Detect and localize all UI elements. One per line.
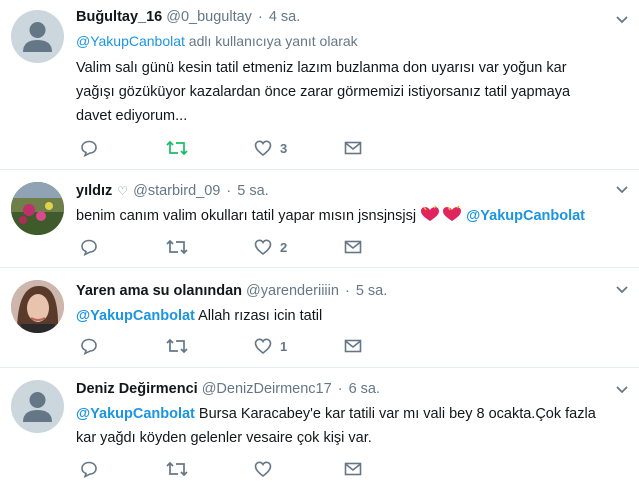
retweet-button[interactable]: [166, 139, 188, 157]
heart-glyph: ♡: [117, 184, 129, 198]
reply-button[interactable]: [80, 460, 98, 478]
timestamp[interactable]: 4 sa.: [269, 9, 300, 25]
display-name[interactable]: Deniz Değirmenci: [76, 381, 198, 397]
tweet[interactable]: Yaren ama su olanından @yarenderiiiin · …: [0, 268, 639, 368]
retweet-icon: [166, 140, 188, 156]
tweet-actions: [76, 460, 376, 482]
timestamp[interactable]: 5 sa.: [237, 183, 268, 199]
direct-message-button[interactable]: [344, 238, 362, 256]
message-icon: [344, 339, 362, 353]
tweet[interactable]: Buğultay_16 @0_bugultay · 4 sa. @YakupCa…: [0, 0, 639, 170]
mention-link[interactable]: @YakupCanbolat: [76, 308, 195, 324]
retweet-button[interactable]: [166, 337, 188, 355]
caret-down-icon[interactable]: [615, 182, 629, 196]
caret-down-icon[interactable]: [615, 382, 629, 396]
retweet-icon: [166, 461, 188, 477]
reply-context-text: adlı kullanıcıya yanıt olarak: [184, 33, 358, 49]
tweet-header: Deniz Değirmenci @DenizDeirmenc17 · 6 sa…: [76, 379, 609, 399]
handle[interactable]: @yarenderiiiin: [246, 283, 339, 299]
reply-button[interactable]: [80, 238, 98, 256]
mention-link[interactable]: @YakupCanbolat: [76, 406, 195, 422]
tweet-header: Yaren ama su olanından @yarenderiiiin · …: [76, 281, 609, 301]
like-button[interactable]: 3: [254, 139, 287, 157]
separator-dot: ·: [257, 9, 263, 25]
default-avatar-icon: [23, 392, 52, 422]
like-button[interactable]: 1: [254, 337, 287, 355]
retweet-button[interactable]: [166, 238, 188, 256]
handle[interactable]: @0_bugultay: [166, 9, 252, 25]
avatar[interactable]: [11, 182, 64, 235]
message-icon: [344, 240, 362, 254]
timestamp[interactable]: 6 sa.: [349, 381, 380, 397]
like-button[interactable]: 2: [254, 238, 287, 256]
tweet-text: benim canım valim okulları tatil yapar m…: [76, 208, 417, 224]
default-avatar-icon: [23, 22, 52, 52]
tweet-actions: 1: [76, 337, 376, 359]
like-count: 1: [280, 338, 288, 354]
avatar[interactable]: [11, 280, 64, 333]
like-icon: [254, 140, 272, 157]
reply-button[interactable]: [80, 139, 98, 157]
caret-down-icon[interactable]: [615, 282, 629, 296]
tweet-text-container: @YakupCanbolat Bursa Karacabey'e kar tat…: [76, 402, 609, 450]
separator-dot: ·: [337, 381, 343, 397]
display-name[interactable]: yıldız: [76, 183, 112, 199]
tweet[interactable]: Deniz Değirmenci @DenizDeirmenc17 · 6 sa…: [0, 368, 639, 493]
tweet-header: yıldız ♡ @starbird_09 · 5 sa.: [76, 181, 609, 201]
reply-context: @YakupCanbolat adlı kullanıcıya yanıt ol…: [76, 31, 609, 51]
tweet-text-container: benim canım valim okulları tatil yapar m…: [76, 204, 609, 228]
display-name[interactable]: Yaren ama su olanından: [76, 283, 242, 299]
avatar[interactable]: [11, 380, 64, 433]
handle[interactable]: @DenizDeirmenc17: [202, 381, 332, 397]
tweet-text: Allah rızası icin tatil: [194, 308, 323, 324]
like-icon: [254, 461, 272, 478]
avatar-image: [11, 280, 64, 333]
like-button[interactable]: [254, 460, 272, 478]
tweet-actions: 2: [76, 238, 376, 260]
handle[interactable]: @starbird_09: [133, 183, 220, 199]
reply-icon: [81, 239, 97, 256]
caret-down-icon[interactable]: [615, 12, 629, 26]
like-icon: [254, 338, 272, 355]
tweet-text-container: @YakupCanbolat Allah rızası icin tatil: [76, 304, 609, 328]
retweet-icon: [166, 239, 188, 255]
tweet-header: Buğultay_16 @0_bugultay · 4 sa.: [76, 7, 609, 27]
direct-message-button[interactable]: [344, 460, 362, 478]
timestamp[interactable]: 5 sa.: [356, 283, 387, 299]
tweet[interactable]: yıldız ♡ @starbird_09 · 5 sa. benim canı…: [0, 170, 639, 268]
separator-dot: ·: [344, 283, 350, 299]
mention-link[interactable]: @YakupCanbolat: [466, 208, 585, 224]
reply-icon: [81, 338, 97, 355]
retweet-button[interactable]: [166, 460, 188, 478]
avatar-image: [11, 182, 64, 235]
tweet-text: Valim salı günü kesin tatil etmeniz lazı…: [76, 60, 571, 124]
mention-link[interactable]: @YakupCanbolat: [76, 33, 185, 49]
separator-dot: ·: [226, 183, 232, 199]
reply-icon: [81, 140, 97, 157]
direct-message-button[interactable]: [344, 337, 362, 355]
like-count: 2: [280, 239, 288, 255]
retweet-icon: [166, 338, 188, 354]
reply-icon: [81, 461, 97, 478]
tweet-actions: 3: [76, 139, 376, 161]
avatar[interactable]: [11, 10, 64, 63]
hearts-emoji-icon: [421, 205, 462, 221]
message-icon: [344, 141, 362, 155]
reply-button[interactable]: [80, 337, 98, 355]
message-icon: [344, 462, 362, 476]
like-icon: [254, 239, 272, 256]
direct-message-button[interactable]: [344, 139, 362, 157]
like-count: 3: [280, 140, 288, 156]
display-name[interactable]: Buğultay_16: [76, 9, 162, 25]
